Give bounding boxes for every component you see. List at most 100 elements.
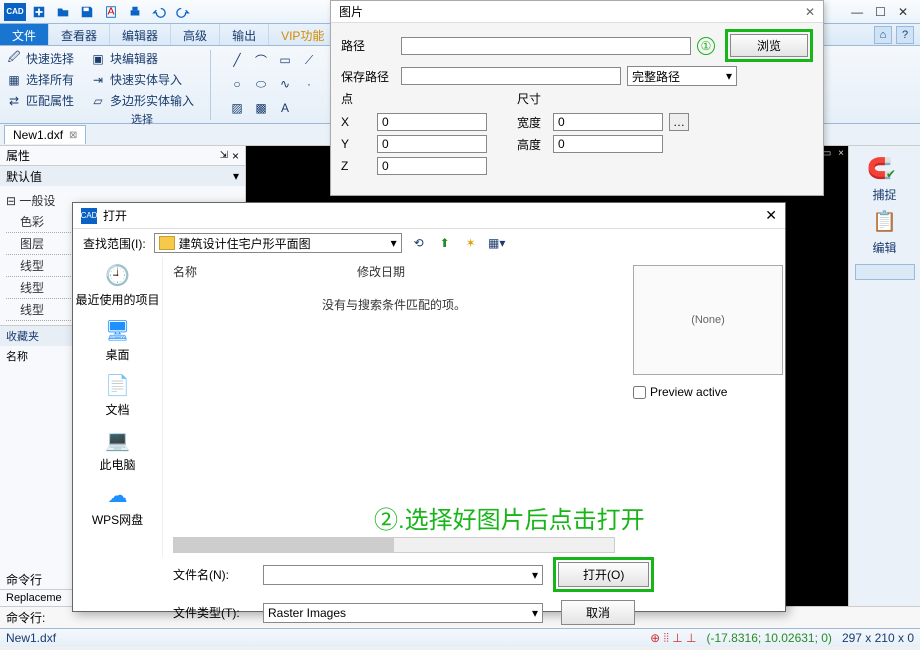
x-input[interactable]: [377, 113, 487, 131]
height-input[interactable]: [553, 135, 663, 153]
tab-viewer[interactable]: 查看器: [49, 24, 110, 45]
print-icon[interactable]: [124, 3, 146, 21]
status-dim: 297 x 210 x 0: [842, 631, 914, 645]
open-dialog: CAD 打开 ✕ 查找范围(I): 建筑设计住宅户形平面图▾ ⟲ ⬆ ✶ ▦▾ 🕘最…: [72, 202, 786, 612]
cmd-panel-label: 命令行: [6, 571, 42, 588]
panel-close-icon[interactable]: ×: [232, 149, 239, 163]
arc-tool[interactable]: ⌒: [251, 50, 271, 70]
image-dialog-title: 图片: [339, 3, 363, 20]
point-tool[interactable]: ·: [299, 74, 319, 94]
filename-input[interactable]: ▾: [263, 565, 543, 585]
filename-label: 文件名(N):: [173, 566, 253, 583]
place-wps[interactable]: ☁WPS网盘: [92, 481, 143, 528]
close-button[interactable]: ✕: [898, 5, 908, 19]
app-icon: CAD: [4, 3, 26, 21]
preview-active-checkbox[interactable]: Preview active: [633, 385, 777, 399]
browse-button[interactable]: 浏览: [730, 34, 808, 57]
redo-icon[interactable]: [172, 3, 194, 21]
preview-box: (None): [633, 265, 783, 375]
pdf-icon[interactable]: A: [100, 3, 122, 21]
draw-tools: ╱⌒▭⟋ ○⬭∿· ▨▩A: [227, 50, 319, 119]
match-props[interactable]: ⇄匹配属性: [6, 92, 74, 109]
right-toolbar: 🧲✔捕捉 📋编辑: [848, 146, 920, 606]
size-label: 尺寸: [517, 90, 689, 107]
point-label: 点: [341, 90, 487, 107]
rect-tool[interactable]: ▭: [275, 50, 295, 70]
back-icon[interactable]: ⟲: [410, 234, 428, 252]
step-1-badge: ①: [697, 37, 715, 55]
save-path-label: 保存路径: [341, 68, 395, 85]
place-recent[interactable]: 🕘最近使用的项目: [75, 261, 159, 308]
right-dropdown[interactable]: [855, 264, 915, 280]
tab-file[interactable]: 文件: [0, 24, 49, 45]
doc-tab[interactable]: New1.dxf⊠: [4, 125, 86, 144]
open-dialog-close[interactable]: ✕: [765, 207, 777, 224]
full-path-select[interactable]: 完整路径▾: [627, 66, 737, 86]
filetype-label: 文件类型(T):: [173, 604, 253, 621]
pin-icon[interactable]: ⇲: [220, 150, 228, 161]
tab-editor[interactable]: 编辑器: [110, 24, 171, 45]
image-dialog-close[interactable]: ✕: [805, 5, 815, 19]
annotation-step-2: ②.选择好图片后点击打开: [374, 500, 645, 535]
quick-entity-import[interactable]: ⇥快速实体导入: [90, 71, 194, 88]
new-icon[interactable]: [28, 3, 50, 21]
place-docs[interactable]: 📄文档: [102, 371, 134, 418]
open-icon[interactable]: [52, 3, 74, 21]
image-dialog: 图片✕ 路径 ① 浏览 保存路径 完整路径▾ 点 X Y Z 尺寸 宽度… 高度: [330, 0, 824, 196]
cancel-button[interactable]: 取消: [561, 600, 635, 625]
tab-advanced[interactable]: 高级: [171, 24, 220, 45]
status-file: New1.dxf: [6, 631, 56, 645]
text-tool[interactable]: A: [275, 98, 295, 118]
open-dialog-title: 打开: [103, 207, 127, 224]
select-all[interactable]: ▦选择所有: [6, 71, 74, 88]
path-input[interactable]: [401, 37, 691, 55]
poly-entity-input[interactable]: ▱多边形实体输入: [90, 92, 194, 109]
place-desktop[interactable]: 🖥桌面: [102, 316, 134, 363]
minimize-button[interactable]: —: [851, 5, 863, 19]
circle-tool[interactable]: ○: [227, 74, 247, 94]
h-scrollbar[interactable]: [173, 537, 615, 553]
open-button[interactable]: 打开(O): [558, 562, 649, 587]
open-dialog-icon: CAD: [81, 208, 97, 224]
block-editor[interactable]: ▣块编辑器: [90, 50, 194, 67]
select-group-label: 选择: [90, 111, 194, 127]
window-controls: — ☐ ✕: [851, 5, 916, 19]
capture-button[interactable]: 🧲✔捕捉: [867, 152, 903, 203]
new-folder-icon[interactable]: ✶: [462, 234, 480, 252]
lookin-label: 查找范围(I):: [83, 235, 146, 252]
tab-output[interactable]: 输出: [220, 24, 269, 45]
tab-vip[interactable]: VIP功能: [269, 24, 337, 45]
z-input[interactable]: [377, 157, 487, 175]
default-dropdown[interactable]: 默认值: [6, 168, 42, 185]
help-home-icon[interactable]: ⌂: [874, 26, 892, 44]
filetype-select[interactable]: Raster Images▾: [263, 603, 543, 623]
save-path-input[interactable]: [401, 67, 621, 85]
svg-text:A: A: [108, 5, 115, 17]
ellipse-tool[interactable]: ⬭: [251, 74, 271, 94]
width-more-button[interactable]: …: [669, 113, 689, 131]
quick-select[interactable]: 🖉快速选择: [6, 50, 74, 67]
y-input[interactable]: [377, 135, 487, 153]
polyline-tool[interactable]: ⟋: [299, 50, 319, 70]
panel-title: 属性: [6, 147, 30, 164]
places-bar: 🕘最近使用的项目 🖥桌面 📄文档 💻此电脑 ☁WPS网盘: [73, 257, 163, 557]
lookin-select[interactable]: 建筑设计住宅户形平面图▾: [154, 233, 402, 253]
hatch-tool[interactable]: ▨: [227, 98, 247, 118]
undo-icon[interactable]: [148, 3, 170, 21]
maximize-button[interactable]: ☐: [875, 5, 886, 19]
up-icon[interactable]: ⬆: [436, 234, 454, 252]
col-date: 修改日期: [357, 263, 405, 280]
path-label: 路径: [341, 37, 395, 54]
width-input[interactable]: [553, 113, 663, 131]
save-icon[interactable]: [76, 3, 98, 21]
empty-message: 没有与搜索条件匹配的项。: [173, 296, 615, 313]
spline-tool[interactable]: ∿: [275, 74, 295, 94]
fill-tool[interactable]: ▩: [251, 98, 271, 118]
line-tool[interactable]: ╱: [227, 50, 247, 70]
help-icon[interactable]: ?: [896, 26, 914, 44]
edit-button[interactable]: 📋编辑: [867, 205, 903, 256]
view-icon[interactable]: ▦▾: [488, 234, 506, 252]
col-name: 名称: [173, 263, 197, 280]
place-pc[interactable]: 💻此电脑: [99, 426, 135, 473]
close-doc-icon[interactable]: ⊠: [69, 130, 77, 141]
